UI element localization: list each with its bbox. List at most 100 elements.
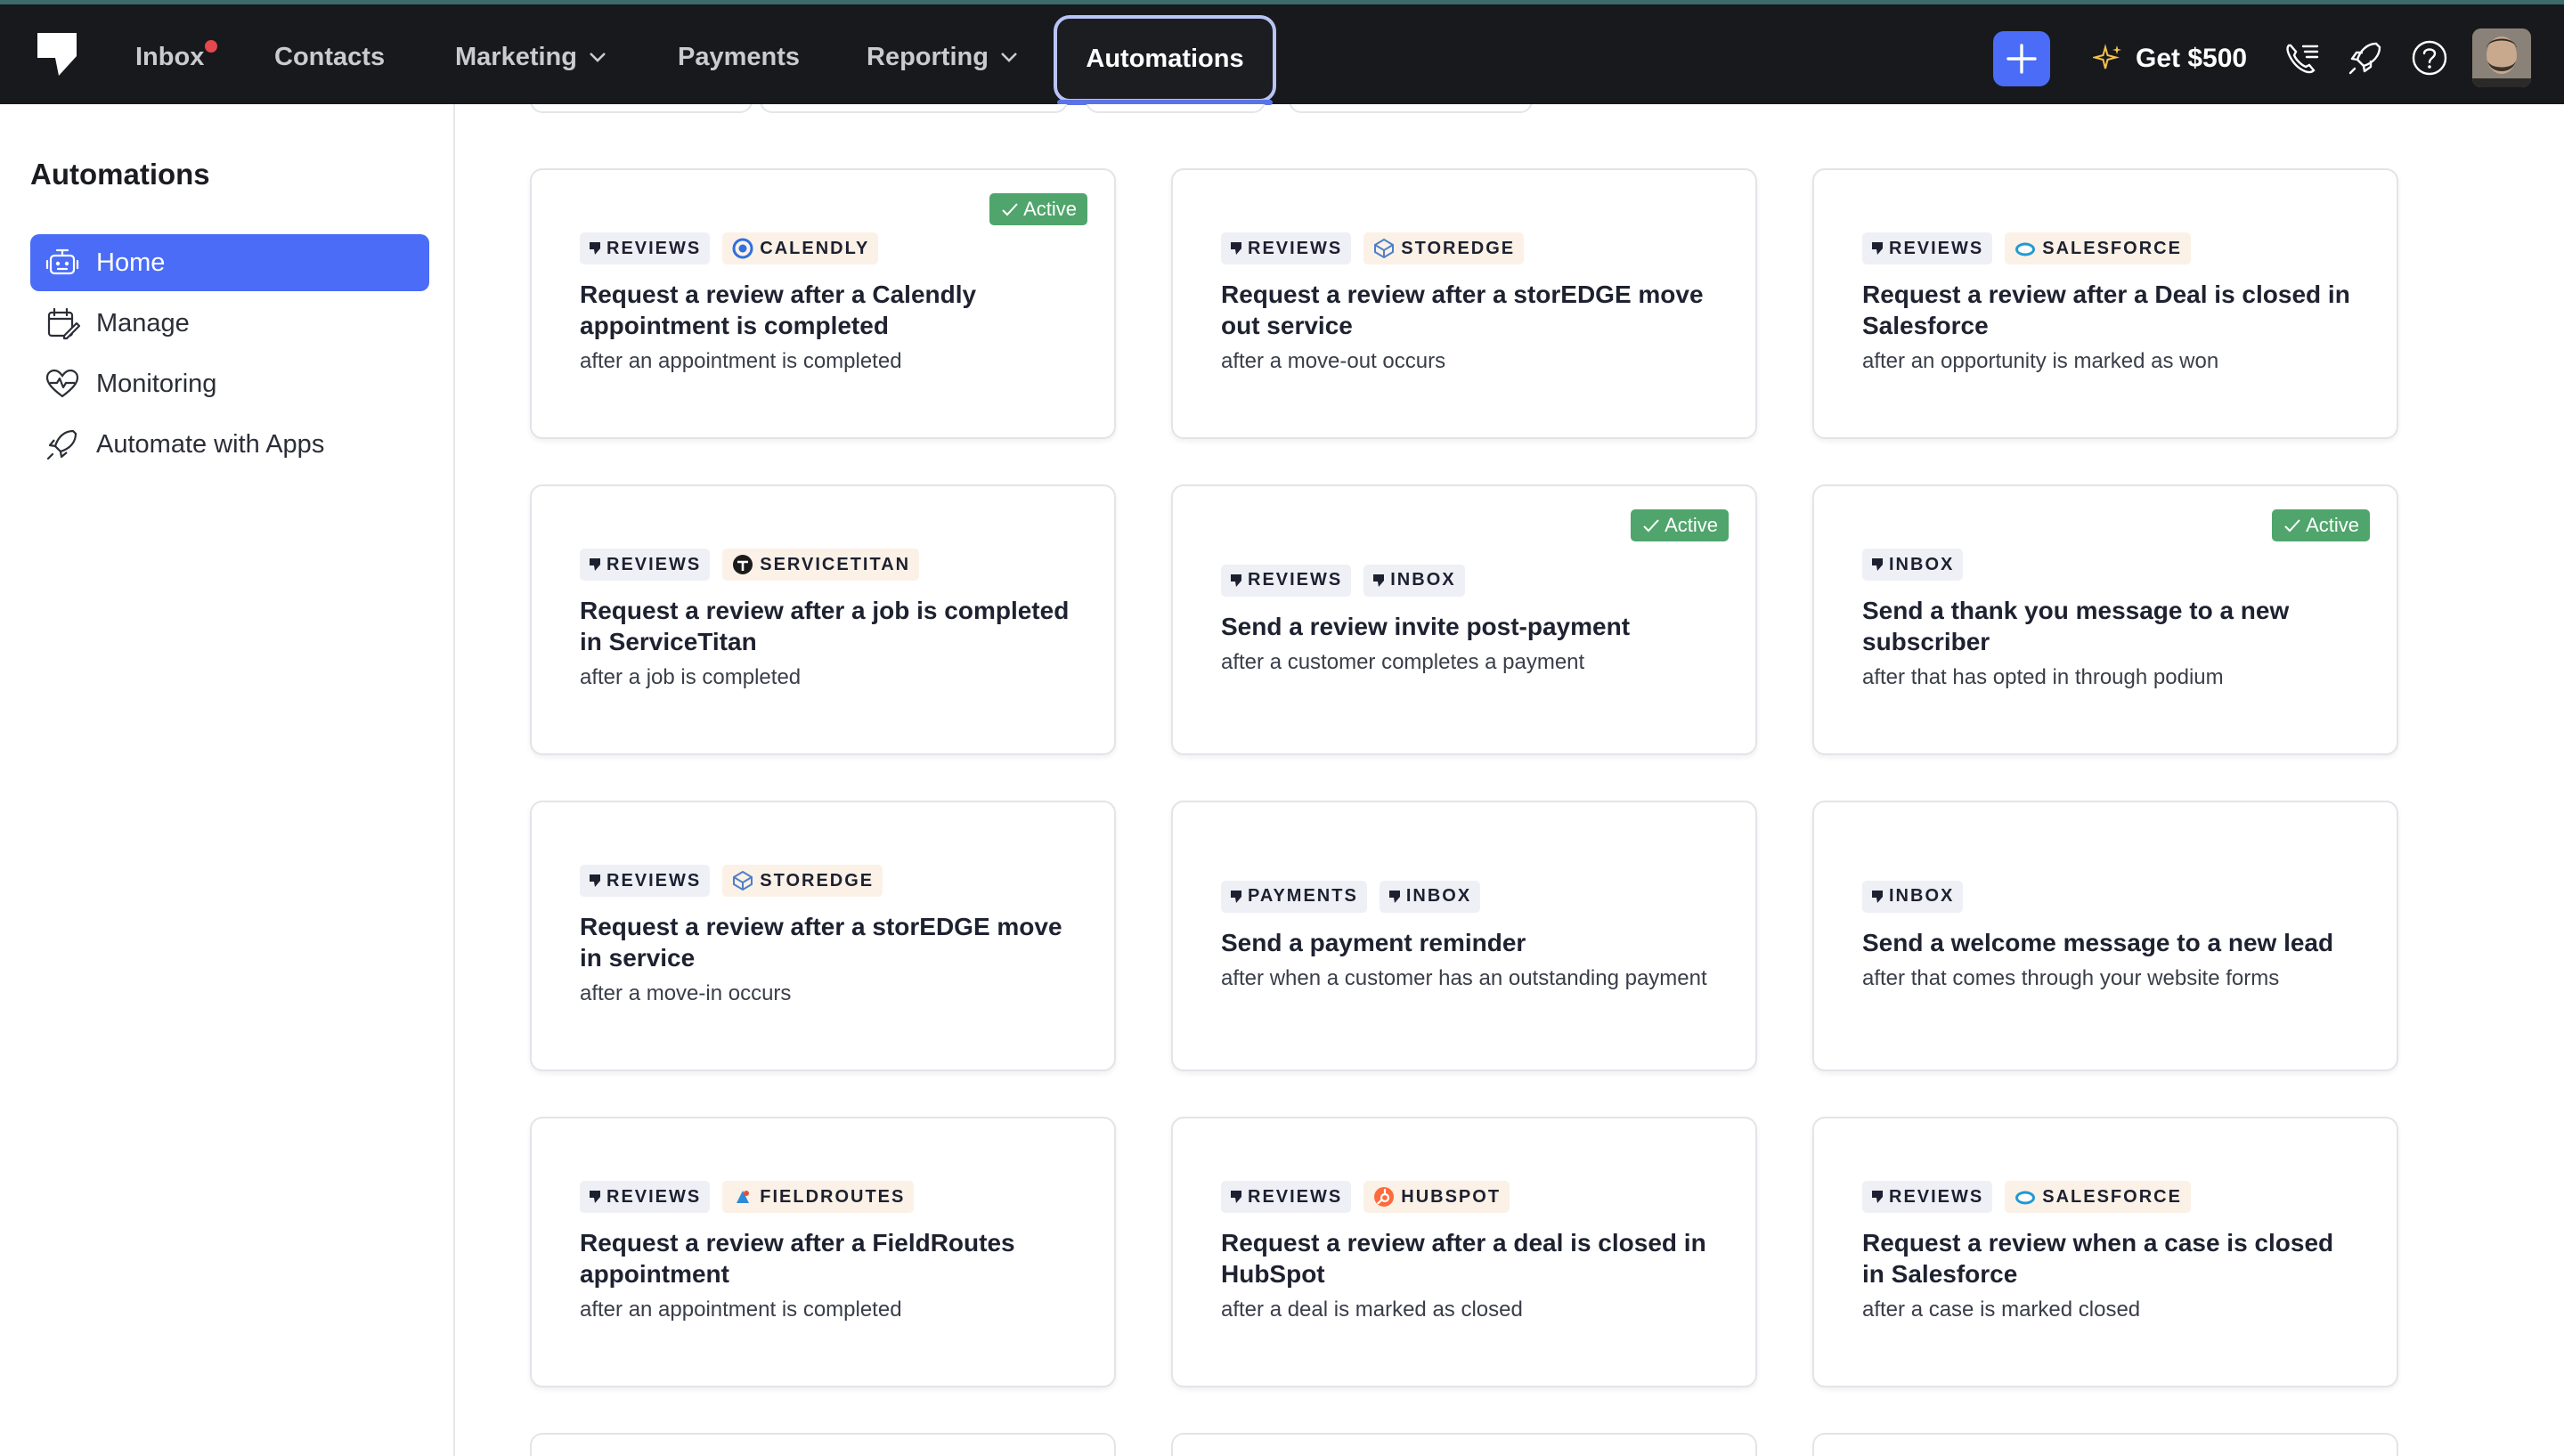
card-content: REVIEWS INBOX Send a review invite post-pa… (1221, 486, 1716, 753)
tag-reviews: REVIEWS (1221, 232, 1352, 264)
filter-tab[interactable] (1289, 104, 1533, 113)
card-title: Request a review after a storEDGE move i… (580, 913, 1062, 972)
automation-card[interactable]: INBOX Send a welcome message to a new lea… (1812, 801, 2398, 1071)
nav-automations[interactable]: Automations (1054, 15, 1276, 102)
avatar-portrait (2472, 28, 2531, 87)
tag-label: PAYMENTS (1248, 886, 1358, 906)
podium-icon (589, 874, 601, 888)
automation-card[interactable]: REVIEWS HUBSPOT Request a review after a d… (1171, 1117, 1757, 1387)
automation-card[interactable]: REVIEWS SALESFORCE Request a review when a… (1812, 1117, 2398, 1387)
tag-fieldroutes: FIELDROUTES (722, 1181, 915, 1213)
card-content: INBOX Send a welcome message to a new lea… (1862, 802, 2357, 1070)
tag-label: SALESFORCE (2042, 1186, 2182, 1207)
automation-card[interactable]: REVIEWS STOREDGE Request a review after a … (530, 801, 1116, 1071)
podium-icon (1230, 573, 1242, 588)
referral-promo-button[interactable]: Get $500 (2093, 35, 2247, 83)
phone-list-icon[interactable] (2282, 38, 2321, 77)
card-content: REVIEWS SALESFORCE Request a review when a… (1862, 1118, 2357, 1386)
tag-label: REVIEWS (1889, 238, 1984, 258)
podium-logo[interactable] (36, 31, 78, 79)
tag-servicetitan: SERVICETITAN (722, 549, 920, 581)
tag-hubspot: HUBSPOT (1363, 1181, 1510, 1213)
tag-reviews: REVIEWS (580, 1181, 711, 1213)
nav-contacts[interactable]: Contacts (274, 33, 385, 81)
podium-icon (589, 1190, 601, 1204)
card-title: Request a review after a job is complete… (580, 597, 1070, 655)
card-title: Request a review when a case is closed i… (1862, 1229, 2334, 1288)
nav-inbox[interactable]: Inbox (135, 33, 204, 81)
filter-tab[interactable] (1086, 104, 1266, 113)
card-subtitle: after an appointment is completed (580, 1297, 902, 1322)
sidebar-item-manage[interactable]: Manage (30, 295, 429, 352)
sidebar-item-home[interactable]: Home (30, 234, 429, 291)
automations-grid: Active REVIEWS CALENDLY Request a review af… (457, 104, 2564, 1456)
automation-card[interactable]: PAYMENTS INBOX Send a payment reminder afte… (1171, 801, 1757, 1071)
nav-payments[interactable]: Payments (678, 33, 800, 81)
tag-label: REVIEWS (1889, 1186, 1984, 1207)
automation-card[interactable]: Active REVIEWS CALENDLY Request a review af… (530, 168, 1116, 439)
nav-reporting[interactable]: Reporting (867, 33, 1019, 81)
automation-card[interactable]: REVIEWS FIELDROUTES Request a review after… (530, 1117, 1116, 1387)
tag-label: SERVICETITAN (760, 554, 911, 574)
automation-card[interactable]: REVIEWS SALESFORCE Request a review after … (1812, 168, 2398, 439)
tag-label: INBOX (1889, 554, 1955, 574)
card-subtitle: after when a customer has an outstanding… (1221, 965, 1707, 990)
automation-card[interactable]: Active REVIEWS INBOX Send a review invite p… (1171, 484, 1757, 755)
tag-salesforce: SALESFORCE (2005, 232, 2191, 264)
podium-icon (1372, 573, 1385, 588)
tag-calendly: CALENDLY (722, 232, 879, 264)
card-content: INBOX Send a thank you message to a new s… (1862, 486, 2357, 753)
tag-reviews: REVIEWS (1862, 232, 1993, 264)
card-title: Request a review after a Deal is closed … (1862, 281, 2350, 339)
card-content: REVIEWS STOREDGE Request a review after a … (1221, 170, 1716, 437)
salesforce-icon (2014, 237, 2037, 260)
tag-label: INBOX (1390, 570, 1456, 590)
podium-icon (1871, 1190, 1884, 1204)
automation-card[interactable]: Active INBOX Send a thank you message to a… (1812, 484, 2398, 755)
automation-card[interactable] (1171, 1433, 1757, 1456)
top-navigation-bar: Inbox Contacts Marketing Payments Report… (0, 0, 2564, 105)
nav-marketing[interactable]: Marketing (455, 33, 607, 81)
create-new-button[interactable] (1993, 31, 2050, 86)
automation-card[interactable]: REVIEWS SERVICETITAN Request a review afte… (530, 484, 1116, 755)
fieldroutes-icon (731, 1185, 754, 1208)
calendar-edit-icon (47, 307, 80, 340)
automation-card[interactable] (1812, 1433, 2398, 1456)
filter-tab[interactable] (530, 104, 753, 113)
chevron-down-icon (590, 53, 606, 62)
sidebar-item-automate-with-apps[interactable]: Automate with Apps (30, 416, 429, 473)
tag-salesforce: SALESFORCE (2005, 1181, 2191, 1213)
tag-reviews: REVIEWS (580, 549, 711, 581)
storedge-icon (731, 869, 754, 892)
automation-card[interactable] (530, 1433, 1116, 1456)
help-icon[interactable] (2410, 38, 2449, 77)
card-content: REVIEWS SERVICETITAN Request a review afte… (580, 486, 1075, 753)
tag-label: STOREDGE (1401, 238, 1516, 258)
automation-card[interactable]: REVIEWS STOREDGE Request a review after a … (1171, 168, 1757, 439)
tag-label: INBOX (1405, 886, 1472, 906)
card-content: REVIEWS SALESFORCE Request a review after … (1862, 170, 2357, 437)
rocket-icon[interactable] (2346, 38, 2385, 77)
tag-label: REVIEWS (606, 238, 702, 258)
card-content: PAYMENTS INBOX Send a payment reminder afte… (1221, 802, 1716, 1070)
card-tags: REVIEWS FIELDROUTES (580, 1181, 1075, 1213)
sidebar-item-monitoring[interactable]: Monitoring (30, 355, 429, 412)
user-avatar[interactable] (2472, 28, 2531, 87)
tag-label: REVIEWS (1248, 238, 1343, 258)
tag-payments: PAYMENTS (1221, 880, 1367, 913)
card-tags: REVIEWS CALENDLY (580, 232, 1075, 264)
tag-storedge: STOREDGE (1363, 232, 1525, 264)
card-title: Request a review after a FieldRoutes app… (580, 1229, 1015, 1288)
tag-label: REVIEWS (1248, 570, 1343, 590)
filter-tab[interactable] (760, 104, 1068, 113)
tag-reviews: REVIEWS (580, 865, 711, 897)
card-title: Request a review after a Calendly appoin… (580, 281, 977, 339)
rocket-icon (46, 429, 77, 460)
tag-reviews: REVIEWS (580, 232, 711, 264)
card-title: Send a thank you message to a new subscr… (1862, 597, 2290, 655)
salesforce-icon (2014, 1185, 2037, 1208)
card-subtitle: after that comes through your website fo… (1862, 965, 2280, 990)
card-content: REVIEWS STOREDGE Request a review after a … (580, 802, 1075, 1070)
card-title: Send a review invite post-payment (1221, 612, 1631, 640)
robot-icon (45, 248, 79, 275)
